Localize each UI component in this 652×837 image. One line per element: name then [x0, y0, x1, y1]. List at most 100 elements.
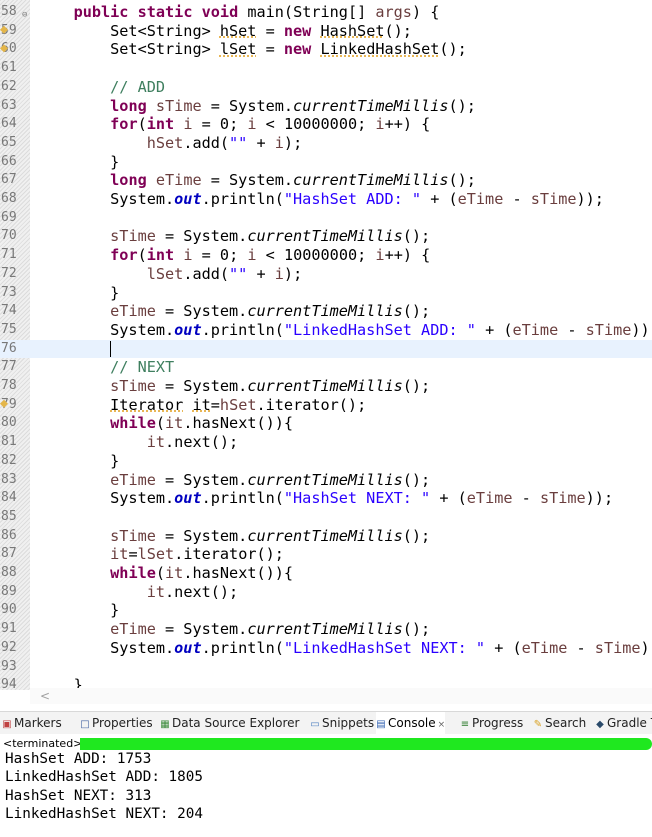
code-line[interactable]: 84 System.out.println("HashSet NEXT: " +… [0, 489, 652, 508]
line-number: 85 [1, 508, 17, 524]
code-text: Set<String> lSet = new LinkedHashSet(); [37, 40, 467, 59]
code-text: eTime = System.currentTimeMillis(); [110, 620, 431, 639]
tab-progress[interactable]: ≡ Progress [460, 712, 523, 734]
markers-icon: ▣ [2, 719, 12, 730]
tab-gradle-tasks[interactable]: ◆Gradle Tasks [595, 712, 652, 734]
code-line[interactable]: 71 for(int i = 0; i < 10000000; i++) { [0, 246, 652, 265]
code-line[interactable]: 85 [0, 508, 652, 527]
code-text: sTime = System.currentTimeMillis(); [110, 526, 431, 545]
tab-properties[interactable]: □ Properties [80, 712, 153, 734]
line-number: 81 [1, 434, 17, 450]
console-output-line: LinkedHashSet NEXT: 204 [5, 805, 203, 822]
line-number: 68 [1, 191, 17, 206]
code-line[interactable]: 72 lSet.add("" + i); [0, 265, 652, 284]
console-output-line: HashSet ADD: 1753 [5, 751, 152, 767]
code-line[interactable]: 66 } [0, 153, 652, 172]
line-number: 61 [1, 60, 17, 76]
code-editor[interactable]: 58 ⊖ public static void main(String[] arg… [0, 0, 652, 704]
text-caret [110, 341, 112, 358]
line-number: 93 [1, 658, 17, 674]
line-number: 62 [1, 78, 17, 94]
code-line[interactable]: 88 while(it.hasNext()){ [0, 564, 652, 583]
code-line[interactable]: 61 [0, 59, 652, 78]
code-line[interactable]: 83 eTime = System.currentTimeMillis(); [0, 471, 652, 490]
code-line[interactable]: 90 } [0, 601, 652, 620]
code-text: long sTime = System.currentTimeMillis(); [110, 96, 476, 115]
line-number: 70 [1, 228, 17, 244]
code-line[interactable]: 74 eTime = System.currentTimeMillis(); [0, 302, 652, 321]
console-icon: ▤ [376, 719, 386, 730]
code-line[interactable]: 91 eTime = System.currentTimeMillis(); [0, 620, 652, 639]
code-line[interactable]: 76 [0, 339, 652, 359]
code-line[interactable]: 82 } [0, 452, 652, 471]
line-number: 72 [1, 265, 17, 281]
code-text: public static void main(String[] args) { [73, 3, 440, 21]
code-text: lSet.add("" + i); [146, 264, 303, 283]
close-icon[interactable]: × [438, 720, 446, 730]
line-number: 89 [1, 583, 17, 599]
code-line[interactable]: 63 long sTime = System.currentTimeMillis… [0, 97, 652, 116]
code-text: it.next(); [146, 582, 239, 601]
code-text: while(it.hasNext()){ [110, 564, 294, 582]
code-line[interactable]: 68 System.out.println("HashSet ADD: " + … [0, 190, 652, 209]
tab-snippets[interactable]: ▭ Snippets [310, 712, 374, 734]
code-text: System.out.println("LinkedHashSet NEXT: … [37, 638, 652, 657]
line-number: 91 [1, 621, 17, 637]
code-line[interactable]: 59 Set<String> hSet = new HashSet(); [0, 22, 652, 41]
scroll-left-icon[interactable]: < [40, 688, 50, 704]
tab-label: Console [388, 716, 436, 730]
code-line[interactable]: 93 [0, 658, 652, 677]
code-text: sTime = System.currentTimeMillis(); [110, 227, 431, 246]
code-line[interactable]: 79 Iterator it=hSet.iterator(); [0, 396, 652, 415]
code-line[interactable]: 81 it.next(); [0, 433, 652, 452]
tab-markers[interactable]: ▣ Markers [2, 712, 62, 734]
code-line[interactable]: 77 // NEXT [0, 358, 652, 377]
line-number: 94 [1, 677, 17, 693]
code-line[interactable]: 80 while(it.hasNext()){ [0, 414, 652, 433]
code-line[interactable]: 73 } [0, 284, 652, 303]
properties-icon: □ [80, 719, 90, 730]
code-line[interactable]: 70 sTime = System.currentTimeMillis(); [0, 227, 652, 246]
code-line[interactable]: 78 sTime = System.currentTimeMillis(); [0, 377, 652, 396]
line-number: 65 [1, 134, 17, 150]
code-line[interactable]: 69 [0, 209, 652, 228]
code-line[interactable]: 75 System.out.println("LinkedHashSet ADD… [0, 321, 652, 340]
code-text: for(int i = 0; i < 10000000; i++) { [110, 115, 431, 134]
code-line[interactable]: 67 long eTime = System.currentTimeMillis… [0, 171, 652, 190]
horizontal-scrollbar[interactable]: < [30, 688, 652, 704]
code-line[interactable]: 86 sTime = System.currentTimeMillis(); [0, 527, 652, 546]
progress-icon: ≡ [460, 719, 470, 730]
code-text: it.next(); [146, 433, 239, 452]
line-number: 86 [1, 527, 17, 543]
line-number: 76 [1, 340, 17, 356]
code-line[interactable]: 62 // ADD [0, 78, 652, 97]
code-line[interactable]: 92 System.out.println("LinkedHashSet NEX… [0, 639, 652, 658]
tab-label: Search [545, 716, 587, 730]
code-text: hSet.add("" + i); [146, 133, 303, 152]
line-number: 66 [1, 153, 17, 169]
code-line[interactable]: 58 ⊖ public static void main(String[] arg… [0, 3, 652, 22]
tab-search[interactable]: ✎ Search [533, 712, 586, 734]
data-source-explorer-icon: ▦ [160, 719, 170, 730]
tab-data-source-explorer[interactable]: ▦ Data Source Explorer [160, 712, 299, 734]
code-text: eTime = System.currentTimeMillis(); [110, 302, 431, 321]
line-number: 84 [1, 490, 17, 506]
line-number: 92 [1, 639, 17, 655]
code-line[interactable]: 64 for(int i = 0; i < 10000000; i++) { [0, 115, 652, 134]
code-line[interactable]: 65 hSet.add("" + i); [0, 134, 652, 153]
code-text: for(int i = 0; i < 10000000; i++) { [110, 246, 431, 265]
code-text: sTime = System.currentTimeMillis(); [110, 377, 431, 395]
code-line[interactable]: 89 it.next(); [0, 583, 652, 602]
code-text: Set<String> hSet = new HashSet(); [37, 21, 412, 40]
code-text: long eTime = System.currentTimeMillis(); [110, 171, 476, 190]
code-line[interactable]: 87 it=lSet.iterator(); [0, 545, 652, 564]
tab-label: Properties [92, 716, 153, 730]
code-text: // NEXT [37, 358, 175, 377]
code-text: System.out.println("HashSet NEXT: " + (e… [37, 489, 614, 508]
search-icon: ✎ [533, 719, 543, 730]
redaction-bar [80, 738, 652, 750]
tab-console[interactable]: ▤ Console × [376, 712, 446, 734]
tab-label: Markers [14, 716, 62, 730]
code-line[interactable]: 60 Set<String> lSet = new LinkedHashSet(… [0, 40, 652, 59]
code-text: } [37, 283, 120, 302]
